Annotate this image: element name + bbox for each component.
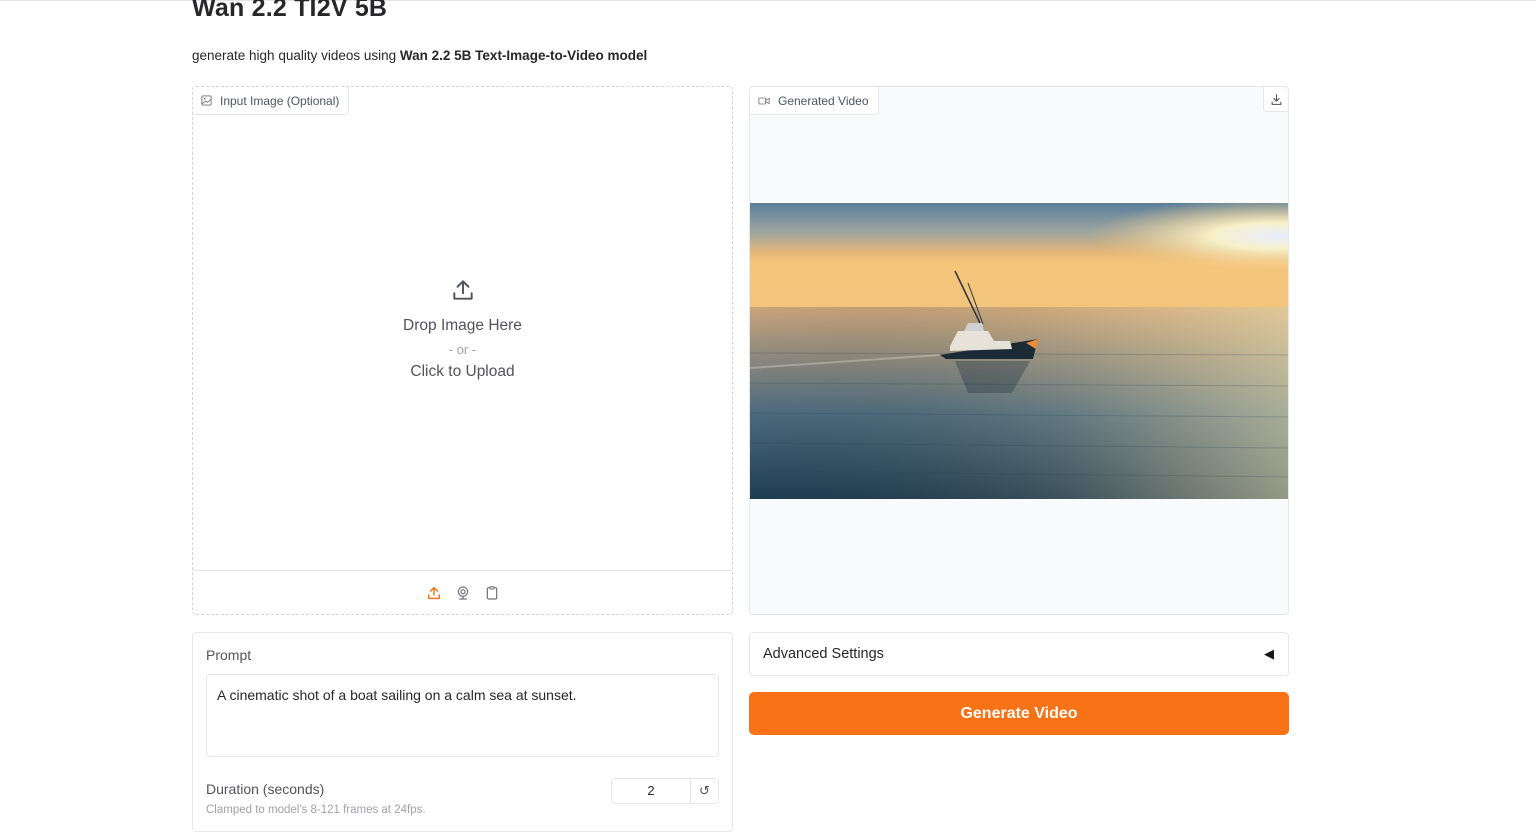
download-button[interactable] xyxy=(1263,87,1288,112)
advanced-settings-label: Advanced Settings xyxy=(763,646,884,662)
prompt-textarea[interactable]: A cinematic shot of a boat sailing on a … xyxy=(206,674,719,757)
download-icon xyxy=(1271,93,1281,105)
source-webcam-button[interactable] xyxy=(453,583,473,603)
image-icon xyxy=(201,95,212,106)
video-icon xyxy=(758,97,770,104)
upload-icon xyxy=(452,280,473,300)
page-title: Wan 2.2 TI2V 5B xyxy=(192,0,388,22)
webcam-icon xyxy=(457,585,468,600)
input-image-panel: Input Image (Optional) Drop Image Here -… xyxy=(192,86,733,615)
upload-icon xyxy=(427,586,440,599)
duration-reset-button[interactable]: ↺ xyxy=(690,778,719,804)
page-subtitle: generate high quality videos using Wan 2… xyxy=(192,48,647,63)
subtitle-model-name: Wan 2.2 5B Text-Image-to-Video model xyxy=(399,48,648,63)
duration-info: Clamped to model's 8-121 frames at 24fps… xyxy=(206,804,426,816)
duration-label: Duration (seconds) xyxy=(206,781,325,797)
click-to-upload-text[interactable]: Click to Upload xyxy=(410,363,514,381)
input-image-label-text: Input Image (Optional) xyxy=(220,93,340,108)
caret-left-icon: ◀ xyxy=(1264,646,1274,661)
video-frame-image xyxy=(750,203,1288,499)
prompt-panel: Prompt A cinematic shot of a boat sailin… xyxy=(192,632,733,832)
duration-input[interactable]: 2 xyxy=(611,778,691,804)
image-source-bar xyxy=(193,570,732,614)
clipboard-icon xyxy=(486,585,497,600)
generate-video-button[interactable]: Generate Video xyxy=(749,692,1289,735)
source-clipboard-button[interactable] xyxy=(482,583,502,603)
image-dropzone[interactable]: Drop Image Here - or - Click to Upload xyxy=(193,115,732,573)
drop-image-text: Drop Image Here xyxy=(403,317,522,334)
reset-icon: ↺ xyxy=(699,783,710,798)
source-upload-button[interactable] xyxy=(424,583,444,603)
generated-video-label-text: Generated Video xyxy=(778,93,869,108)
generated-video-label: Generated Video xyxy=(750,87,879,115)
input-image-label: Input Image (Optional) xyxy=(193,87,350,115)
video-player[interactable] xyxy=(750,203,1288,499)
advanced-settings-accordion[interactable]: Advanced Settings ◀ xyxy=(749,632,1289,676)
generated-video-panel: Generated Video xyxy=(749,86,1289,615)
subtitle-text: generate high quality videos using xyxy=(192,48,400,63)
prompt-label: Prompt xyxy=(206,647,252,663)
or-separator: - or - xyxy=(448,342,477,357)
